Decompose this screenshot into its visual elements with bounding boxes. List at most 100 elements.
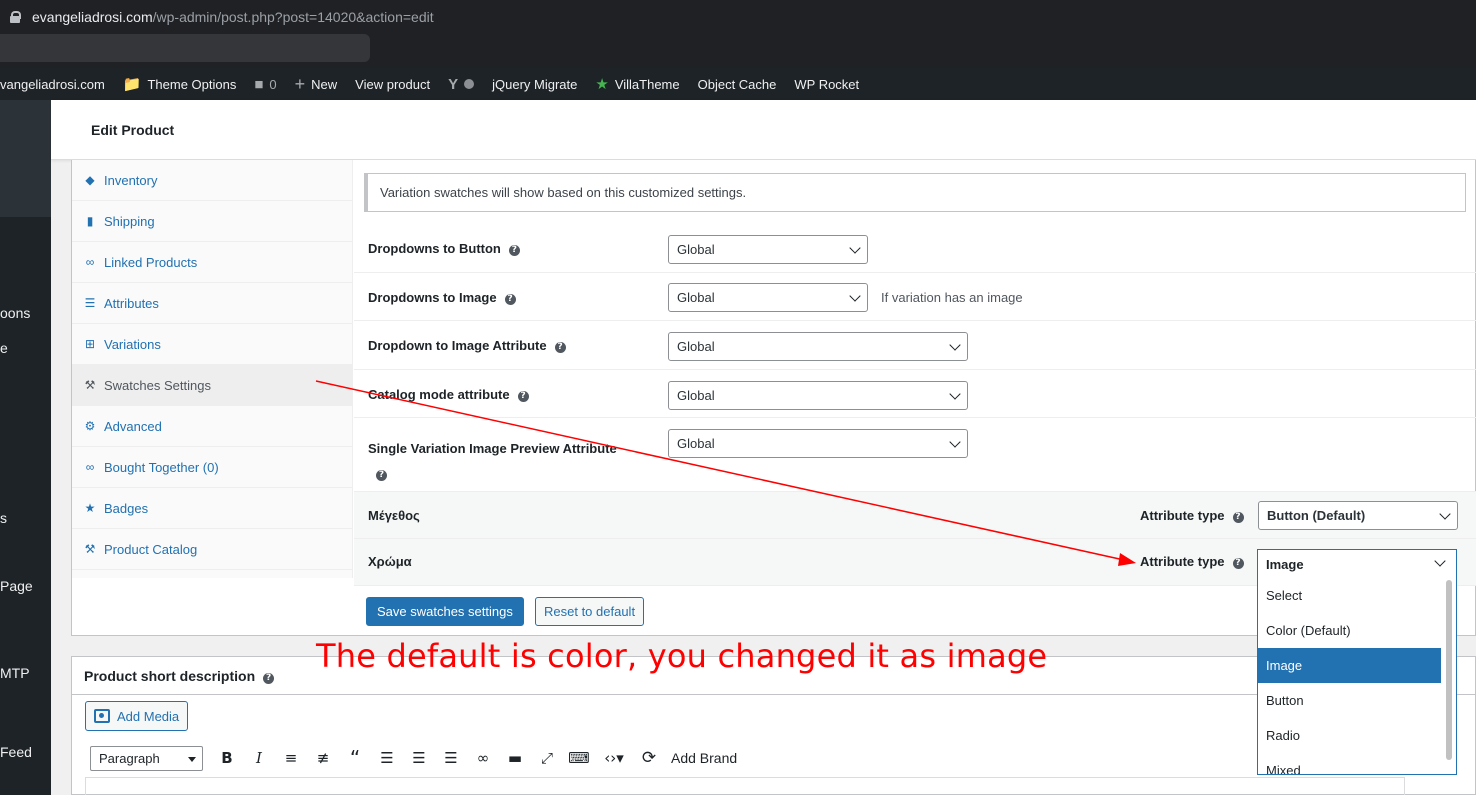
setting-label: Dropdown to Image Attribute? <box>368 338 566 353</box>
select-value: Global <box>677 242 715 257</box>
attribute-row-size: Μέγεθος Attribute type? Button (Default) <box>354 492 1476 539</box>
caret-down-icon <box>188 756 196 762</box>
italic-icon[interactable]: I <box>243 743 275 773</box>
numbered-list-icon[interactable]: ≢ <box>307 743 339 773</box>
single-variation-preview-select[interactable]: Global <box>668 429 968 458</box>
link-icon: ∞ <box>85 255 95 269</box>
dropdown-option[interactable]: Color (Default) <box>1258 613 1441 648</box>
wp-rocket-link[interactable]: WP Rocket <box>785 68 868 100</box>
tab-attributes[interactable]: ☰ Attributes <box>72 283 353 324</box>
view-product-link[interactable]: View product <box>346 68 439 100</box>
toolbar-toggle-icon[interactable]: ⌨ <box>563 743 595 773</box>
setting-label: Single Variation Image Preview Attribute… <box>368 436 638 486</box>
select-value: Button (Default) <box>1267 508 1366 523</box>
tab-bought-together[interactable]: ∞ Bought Together (0) <box>72 447 353 488</box>
save-swatches-button[interactable]: Save swatches settings <box>366 597 524 626</box>
tab-inventory[interactable]: ◆ Inventory <box>72 160 353 201</box>
blockquote-icon[interactable]: “ <box>339 743 371 773</box>
tab-variations[interactable]: ⊞ Variations <box>72 324 353 365</box>
theme-options-link[interactable]: 📁 Theme Options <box>114 68 246 100</box>
add-media-label: Add Media <box>117 708 180 724</box>
select-current-value[interactable]: Image <box>1258 550 1456 578</box>
tab-badges[interactable]: ★ Badges <box>72 488 353 529</box>
jquery-migrate-link[interactable]: jQuery Migrate <box>483 68 586 100</box>
wrench-icon: ⚒ <box>84 542 96 556</box>
align-center-icon[interactable]: ☰ <box>403 743 435 773</box>
select-value: Global <box>677 339 715 354</box>
site-name-link[interactable]: vangeliadrosi.com <box>0 68 114 100</box>
tab-linked-products[interactable]: ∞ Linked Products <box>72 242 353 283</box>
admin-menu-item[interactable]: Page <box>0 578 33 594</box>
tab-label: Bought Together (0) <box>104 459 219 475</box>
add-brand-button[interactable]: Add Brand <box>671 750 737 766</box>
bold-icon[interactable]: B <box>211 743 243 773</box>
dropdown-scrollbar[interactable] <box>1446 580 1452 760</box>
badge-icon: ★ <box>84 501 96 515</box>
admin-menu-active-item[interactable] <box>0 100 51 217</box>
help-icon[interactable]: ? <box>1232 512 1244 523</box>
object-cache-link[interactable]: Object Cache <box>689 68 786 100</box>
dropdown-option[interactable]: Select <box>1258 578 1441 613</box>
align-right-icon[interactable]: ☰ <box>435 743 467 773</box>
catalog-mode-attribute-select[interactable]: Global <box>668 381 968 410</box>
admin-menu: oons e s Page MTP Feed <box>0 100 51 795</box>
admin-menu-item[interactable]: Feed <box>0 744 32 760</box>
dropdowns-to-button-select[interactable]: Global <box>668 235 868 264</box>
attribute-type-select-color[interactable]: Image Select Color (Default) Image Butto… <box>1257 549 1457 775</box>
format-select[interactable]: Paragraph <box>90 745 203 771</box>
fullscreen-icon[interactable]: ⤢ <box>531 743 563 773</box>
help-icon[interactable]: ? <box>554 342 566 353</box>
address-bar[interactable]: evangeliadrosi.com/wp-admin/post.php?pos… <box>0 0 1476 34</box>
refresh-icon[interactable]: ⟳ <box>633 743 665 773</box>
add-media-button[interactable]: Add Media <box>85 701 189 731</box>
new-content-link[interactable]: + New <box>286 68 347 100</box>
dropdown-to-image-attribute-select[interactable]: Global <box>668 332 968 361</box>
chevron-down-icon <box>949 388 961 400</box>
media-icon <box>94 709 110 723</box>
reset-to-default-button[interactable]: Reset to default <box>535 597 645 626</box>
align-left-icon[interactable]: ☰ <box>371 743 403 773</box>
read-more-icon[interactable]: ▬ <box>499 743 531 773</box>
chevron-down-icon <box>1439 508 1451 520</box>
setting-label: Dropdowns to Image? <box>368 290 516 305</box>
link-icon[interactable]: ∞ <box>467 743 499 773</box>
chevron-down-icon <box>849 242 861 254</box>
help-icon[interactable]: ? <box>504 294 516 305</box>
help-icon[interactable]: ? <box>517 391 529 402</box>
admin-menu-item[interactable]: oons <box>0 305 30 321</box>
dropdown-option-selected[interactable]: Image <box>1258 648 1441 683</box>
lock-icon <box>10 11 21 23</box>
theme-options-label: Theme Options <box>147 76 237 92</box>
editor-toolbar: Paragraph B I ≡ ≢ “ ☰ ☰ ☰ ∞ ▬ ⤢ ⌨ ‹›▾ ⟳ … <box>85 739 1385 777</box>
tab-swatches-settings[interactable]: ⚒ Swatches Settings <box>72 365 353 406</box>
help-icon[interactable]: ? <box>376 470 387 481</box>
admin-menu-item[interactable]: s <box>0 510 7 526</box>
dropdown-option[interactable]: Button <box>1258 683 1441 718</box>
help-icon[interactable]: ? <box>1232 558 1244 569</box>
villatheme-link[interactable]: ★ VillaTheme <box>586 68 688 100</box>
admin-menu-item[interactable]: e <box>0 340 8 356</box>
dropdowns-to-image-select[interactable]: Global <box>668 283 868 312</box>
help-icon[interactable]: ? <box>508 245 520 256</box>
short-description-title: Product short description? <box>84 668 275 684</box>
admin-menu-item[interactable]: MTP <box>0 665 30 681</box>
tab-label: Attributes <box>104 295 159 311</box>
code-icon[interactable]: ‹›▾ <box>595 743 633 773</box>
help-icon[interactable]: ? <box>263 673 275 684</box>
bookmark-bar-item[interactable] <box>0 34 370 62</box>
editor-content-area[interactable] <box>85 777 1405 795</box>
dropdown-option[interactable]: Mixed <box>1258 753 1441 774</box>
chevron-down-icon <box>849 290 861 302</box>
select-value: Global <box>677 388 715 403</box>
tab-product-catalog[interactable]: ⚒ Product Catalog <box>72 529 353 570</box>
tab-shipping[interactable]: ▮ Shipping <box>72 201 353 242</box>
tab-advanced[interactable]: ⚙ Advanced <box>72 406 353 447</box>
dropdown-option[interactable]: Radio <box>1258 718 1441 753</box>
select-value: Image <box>1266 556 1304 572</box>
setting-row-dropdowns-to-image: Dropdowns to Image? Global If variation … <box>354 273 1476 321</box>
yoast-link[interactable]: Y <box>439 68 483 100</box>
attribute-type-select-size[interactable]: Button (Default) <box>1258 501 1458 530</box>
bullet-list-icon[interactable]: ≡ <box>275 743 307 773</box>
comments-link[interactable]: ■ 0 <box>245 68 285 100</box>
tab-label: Advanced <box>104 418 162 434</box>
